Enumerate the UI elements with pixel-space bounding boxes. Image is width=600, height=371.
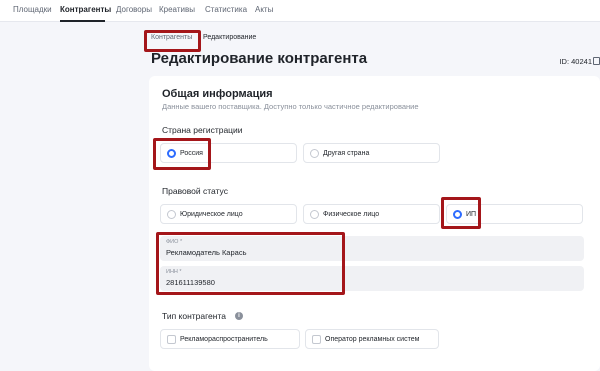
checkbox-icon: [167, 335, 176, 344]
highlight-russia: [153, 138, 211, 170]
contractor-id: ID: 40241: [559, 57, 600, 66]
checkbox-icon: [312, 335, 321, 344]
tab-contracts[interactable]: Договоры: [116, 5, 152, 14]
country-option-other[interactable]: Другая страна: [303, 143, 440, 163]
contractor-type-option-label: Рекламораспространитель: [180, 336, 268, 343]
radio-icon: [310, 210, 319, 219]
general-info-title: Общая информация: [162, 88, 273, 100]
active-tab-indicator: [60, 20, 105, 22]
tab-statistics[interactable]: Статистика: [205, 5, 247, 14]
tab-platforms[interactable]: Площадки: [13, 5, 52, 14]
highlight-fio-inn: [156, 232, 345, 295]
country-label: Страна регистрации: [162, 125, 243, 135]
legal-status-label: Правовой статус: [162, 186, 228, 196]
contractor-type-option-label: Оператор рекламных систем: [325, 336, 420, 343]
tab-contractors[interactable]: Контрагенты: [60, 5, 111, 14]
page-title: Редактирование контрагента: [151, 50, 368, 67]
country-option-label: Другая страна: [323, 150, 370, 157]
info-icon[interactable]: i: [235, 312, 243, 320]
contractor-type-label: Тип контрагента: [162, 311, 226, 321]
copy-icon[interactable]: [593, 57, 600, 66]
legal-status-option-label: Юридическое лицо: [180, 211, 243, 218]
contractor-type-option-operator[interactable]: Оператор рекламных систем: [305, 329, 439, 349]
top-navigation: Площадки Контрагенты Договоры Креативы С…: [0, 0, 600, 22]
radio-icon: [167, 210, 176, 219]
highlight-breadcrumb: [144, 30, 201, 52]
tab-creatives[interactable]: Креативы: [159, 5, 195, 14]
general-info-subtitle: Данные вашего поставщика. Доступно тольк…: [162, 102, 419, 111]
legal-status-option-individual[interactable]: Физическое лицо: [303, 204, 440, 224]
breadcrumb-edit: Редактирование: [203, 34, 257, 41]
contractor-type-option-distributor[interactable]: Рекламораспространитель: [160, 329, 300, 349]
contractor-id-text: ID: 40241: [559, 57, 592, 66]
legal-status-option-label: Физическое лицо: [323, 211, 380, 218]
highlight-ip: [441, 197, 481, 229]
legal-status-option-company[interactable]: Юридическое лицо: [160, 204, 297, 224]
radio-icon: [310, 149, 319, 158]
tab-acts[interactable]: Акты: [255, 5, 273, 14]
